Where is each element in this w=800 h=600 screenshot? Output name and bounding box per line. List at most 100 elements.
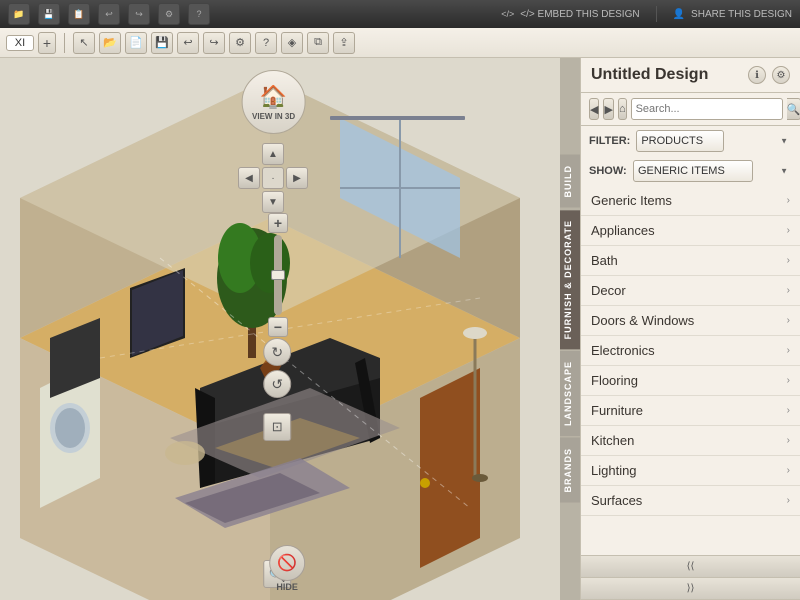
category-label: Furniture [591,403,643,418]
category-label: Electronics [591,343,655,358]
rotate-ccw-button[interactable]: ↺ [263,370,291,398]
tool-help[interactable]: ? [255,32,277,54]
zoom-track[interactable] [274,235,282,315]
category-arrow: › [787,495,790,506]
toolbar-icon-6[interactable]: ⚙ [158,3,180,25]
tool-open[interactable]: 📂 [99,32,121,54]
nav-up-row: ▲ [262,143,284,165]
category-item-kitchen[interactable]: Kitchen› [581,426,800,456]
category-item-flooring[interactable]: Flooring › [581,366,800,396]
panel-forward-button[interactable]: ▶ [603,98,613,120]
category-item-bath[interactable]: Bath› [581,246,800,276]
toolbar-icon-1[interactable]: 📁 [8,3,30,25]
view-3d-label: VIEW IN 3D [252,112,295,121]
category-arrow: › [787,195,790,206]
embed-icon: </> [501,9,514,19]
show-select-wrapper: GENERIC ITEMS APPLIANCES BATH DECOR DOOR… [633,160,792,182]
toolbar-left: 📁 💾 📋 ↩ ↪ ⚙ ? [8,3,210,25]
tab-build[interactable]: BUILD [560,155,580,208]
toolbar-icon-7[interactable]: ? [188,3,210,25]
toolbar-icon-5[interactable]: ↪ [128,3,150,25]
tool-settings[interactable]: ⚙ [229,32,251,54]
tool-new[interactable]: 📄 [125,32,147,54]
collapse-down-button[interactable]: ⟩⟩ [581,578,800,600]
category-item-decor[interactable]: Decor› [581,276,800,306]
embed-label: </> EMBED THIS DESIGN [520,9,639,20]
category-item-doors--windows[interactable]: Doors & Windows› [581,306,800,336]
rotate-cw-button[interactable]: ↻ [263,338,291,366]
toolbar-icon-2[interactable]: 💾 [38,3,60,25]
filter-select-wrapper: PRODUCTS COLLECTIONS BRANDS ▼ [636,130,792,152]
tool-cursor[interactable]: ↖ [73,32,95,54]
category-arrow: › [787,225,790,236]
category-label: Flooring [591,373,638,388]
category-arrow: › [787,315,790,326]
zoom-in-button[interactable]: + [268,213,288,233]
hide-button[interactable]: 🚫 HIDE [269,545,305,592]
main-area: 🏠 VIEW IN 3D ▲ ◀ · ▶ ▼ + − [0,58,800,600]
zoom-out-button[interactable]: − [268,317,288,337]
nav-center-button[interactable]: · [262,167,284,189]
category-item-lighting[interactable]: Lighting› [581,456,800,486]
category-label: Generic Items [591,193,672,208]
filter-select[interactable]: PRODUCTS COLLECTIONS BRANDS [636,130,724,152]
panel-header: Untitled Design ℹ ⚙ [581,58,800,93]
panel-back-button[interactable]: ◀ [589,98,599,120]
zoom-add-button[interactable]: + [38,32,56,54]
tool-undo[interactable]: ↩ [177,32,199,54]
nav-middle-row: ◀ · ▶ [238,167,308,189]
settings-icon: ⚙ [777,70,786,81]
category-list: Generic Items›Appliances›Bath›Decor›Door… [581,186,800,555]
tab-furnish-decorate[interactable]: FURNISH & DECORATE [560,210,580,349]
show-select[interactable]: GENERIC ITEMS APPLIANCES BATH DECOR DOOR… [633,160,753,182]
tool-layers[interactable]: ⧉ [307,32,329,54]
panel-navigation: ◀ ▶ ⌂ 🔍 [581,93,800,126]
filter-row: FILTER: PRODUCTS COLLECTIONS BRANDS ▼ [581,126,800,156]
nav-right-button[interactable]: ▶ [286,167,308,189]
category-item-appliances[interactable]: Appliances› [581,216,800,246]
tab-landscape[interactable]: LANDSCAPE [560,351,580,436]
category-item-furniture[interactable]: Furniture› [581,396,800,426]
share-button[interactable]: 👤 SHARE THIS DESIGN [673,9,792,20]
fit-view-button[interactable]: ⊡ [263,413,291,441]
category-item-generic-items[interactable]: Generic Items › [581,186,800,216]
show-row: SHOW: GENERIC ITEMS APPLIANCES BATH DECO… [581,156,800,186]
hide-icon: 🚫 [269,545,305,581]
nav-down-button[interactable]: ▼ [262,191,284,213]
info-button[interactable]: ℹ [748,66,766,84]
category-arrow: › [787,345,790,356]
tool-save[interactable]: 💾 [151,32,173,54]
tool-misc[interactable]: ◈ [281,32,303,54]
nav-up-button[interactable]: ▲ [262,143,284,165]
view-3d-button[interactable]: 🏠 VIEW IN 3D [242,70,306,134]
zoom-level-label: XI [6,35,34,51]
zoom-thumb[interactable] [271,270,285,280]
toolbar-divider [656,6,657,22]
hide-label: HIDE [276,582,298,592]
nav-left-button[interactable]: ◀ [238,167,260,189]
secondary-toolbar: XI + ↖ 📂 📄 💾 ↩ ↪ ⚙ ? ◈ ⧉ ⇪ [0,28,800,58]
category-arrow: › [787,375,790,386]
tool-redo[interactable]: ↪ [203,32,225,54]
toolbar-icon-3[interactable]: 📋 [68,3,90,25]
panel-search-input[interactable] [631,98,783,120]
tool-share[interactable]: ⇪ [333,32,355,54]
settings-button[interactable]: ⚙ [772,66,790,84]
panel-search-button[interactable]: 🔍 [787,98,800,120]
toolbar-right: </> </> EMBED THIS DESIGN 👤 SHARE THIS D… [501,6,792,22]
info-icon: ℹ [755,70,759,81]
category-label: Lighting [591,463,637,478]
tab-brands[interactable]: BRANDS [560,438,580,503]
category-label: Bath [591,253,618,268]
share-label: SHARE THIS DESIGN [691,9,792,20]
collapse-up-button[interactable]: ⟨⟨ [581,556,800,578]
embed-button[interactable]: </> </> EMBED THIS DESIGN [501,9,639,20]
top-toolbar: 📁 💾 📋 ↩ ↪ ⚙ ? </> </> EMBED THIS DESIGN … [0,0,800,28]
category-arrow: › [787,285,790,296]
canvas-area[interactable]: 🏠 VIEW IN 3D ▲ ◀ · ▶ ▼ + − [0,58,560,600]
category-item-surfaces[interactable]: Surfaces› [581,486,800,516]
panel-home-button[interactable]: ⌂ [618,98,627,120]
toolbar-icon-4[interactable]: ↩ [98,3,120,25]
zoom-slider-control: + − [268,213,288,337]
category-item-electronics[interactable]: Electronics › [581,336,800,366]
